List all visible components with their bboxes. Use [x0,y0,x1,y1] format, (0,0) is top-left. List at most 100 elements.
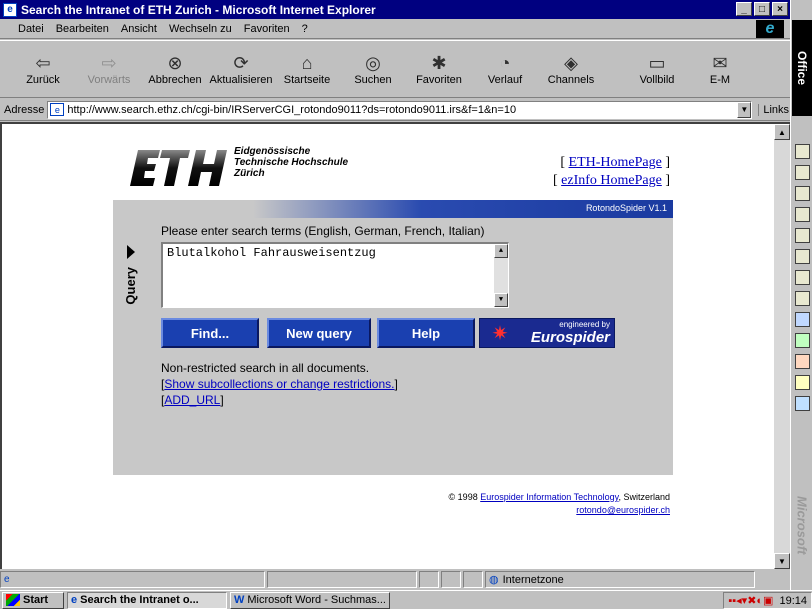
new-query-button[interactable]: New query [267,318,371,348]
scroll-down-icon[interactable]: ▼ [494,293,508,307]
find-button[interactable]: Find... [161,318,259,348]
taskbar: Start e Search the Intranet o... W Micro… [0,590,812,609]
eth-name-line2: Technische Hochschule [234,157,349,168]
ie-throbber-logo: e [756,20,784,38]
menu-datei[interactable]: Datei [18,23,44,35]
history-button[interactable]: ◔ Verlauf [472,44,538,94]
fullscreen-button[interactable]: ▭ Vollbild [624,44,690,94]
shortcut-icon[interactable] [795,186,810,201]
channels-icon: ◈ [564,53,578,73]
back-label: Zurück [26,74,60,86]
forward-label: Vorwärts [87,74,131,86]
address-field[interactable]: e http://www.search.ethz.ch/cgi-bin/IRSe… [47,100,753,119]
query-arrow-icon [127,245,135,259]
ie-task-icon: e [71,594,78,606]
textarea-scrollbar[interactable]: ▲ ▼ [494,244,508,307]
eurospider-banner[interactable]: ✷ engineered by Eurospider [479,318,615,348]
panel-header: RotondoSpider V1.1 [113,200,673,218]
stop-button[interactable]: ⊗ Abbrechen [142,44,208,94]
windows-flag-icon [6,594,20,606]
globe-icon: ◍ [489,574,499,586]
home-icon: ⌂ [301,53,313,73]
page-scroll-down-icon[interactable]: ▼ [774,553,790,569]
query-tab: Query [123,245,143,325]
close-button[interactable]: × [772,2,788,16]
forward-button[interactable]: ⇨ Vorwärts [76,44,142,94]
start-label: Start [23,594,49,606]
system-tray: ▪▪◂▾✖◐▣ 19:14 [723,592,812,609]
start-button[interactable]: Start [2,591,64,609]
stop-icon: ⊗ [167,53,183,73]
page-scroll-up-icon[interactable]: ▲ [774,124,790,140]
refresh-icon: ⟳ [233,53,249,73]
help-button[interactable]: Help [377,318,475,348]
mail-icon: ✉ [712,53,728,73]
contact-email-link[interactable]: rotondo@eurospider.ch [576,505,670,515]
mail-button[interactable]: ✉ E-M [700,44,740,94]
excel-icon[interactable] [795,333,810,348]
favorites-button[interactable]: ✱ Favoriten [406,44,472,94]
scroll-up-icon[interactable]: ▲ [494,244,508,258]
calendar-icon[interactable] [795,207,810,222]
address-dropdown-button[interactable]: ▼ [737,101,752,118]
home-button[interactable]: ⌂ Startseite [274,44,340,94]
task-icon[interactable] [795,228,810,243]
menu-help[interactable]: ? [302,23,308,35]
add-url-link[interactable]: ADD_URL [164,393,220,407]
status-secure-cell [441,571,461,588]
status-progress-cell [267,571,417,588]
search-button[interactable]: ◎ Suchen [340,44,406,94]
query-textarea[interactable]: Blutalkohol Fahrausweisentzug ▲ ▼ [161,242,509,308]
query-text[interactable]: Blutalkohol Fahrausweisentzug [167,246,376,260]
ezinfo-homepage-link[interactable]: ezInfo HomePage [561,173,662,188]
eurospider-company-link[interactable]: Eurospider Information Technology [480,492,618,502]
stop-label: Abbrechen [148,74,202,86]
status-text-cell: e [0,571,265,588]
status-bar: e ◍ Internetzone [0,569,790,590]
internet-explorer-icon[interactable] [795,396,810,411]
fullscreen-icon: ▭ [648,53,666,73]
menu-bearbeiten[interactable]: Bearbeiten [56,23,109,35]
search-prompt: Please enter search terms (English, Germ… [161,224,485,238]
country-text: , Switzerland [618,492,670,502]
minimize-button[interactable]: _ [736,2,752,16]
word-icon[interactable] [795,312,810,327]
access-icon[interactable] [795,375,810,390]
page-scrollbar[interactable]: ▲ ▼ [774,124,790,569]
contact-icon[interactable] [795,249,810,264]
back-arrow-icon: ⇦ [35,53,51,73]
eth-homepage-link[interactable]: ETH-HomePage [569,155,662,170]
new-document-icon[interactable] [795,144,810,159]
journal-icon[interactable] [795,270,810,285]
powerpoint-icon[interactable] [795,354,810,369]
maximize-button[interactable]: □ [754,2,770,16]
open-folder-icon[interactable] [795,165,810,180]
menu-ansicht[interactable]: Ansicht [121,23,157,35]
taskbar-ie-window[interactable]: e Search the Intranet o... [67,591,227,609]
address-url[interactable]: http://www.search.ethz.ch/cgi-bin/IRServ… [67,104,516,116]
taskbar-word-window[interactable]: W Microsoft Word - Suchmas... [230,591,390,609]
history-icon: ◔ [499,53,511,73]
page-icon: e [50,103,65,116]
office-logo: Office [792,20,812,116]
channels-button[interactable]: ◈ Channels [538,44,604,94]
menu-favoriten[interactable]: Favoriten [244,23,290,35]
links-button[interactable]: Links [758,103,789,116]
eth-name-line1: Eidgenössische [234,146,311,157]
forward-arrow-icon: ⇨ [101,53,117,73]
note-icon[interactable] [795,291,810,306]
channels-label: Channels [547,74,595,86]
subcollections-link[interactable]: Show subcollections or change restrictio… [164,377,394,391]
query-tab-label: Query [123,267,138,305]
page-content: Eidgenössische Technische Hochschule Zür… [0,122,790,569]
tray-icons[interactable]: ▪▪◂▾✖◐▣ [728,594,773,607]
menu-wechseln-zu[interactable]: Wechseln zu [169,23,232,35]
address-label: Adresse [4,103,45,116]
word-task-icon: W [234,594,245,606]
copyright-footer: © 1998 Eurospider Information Technology… [449,491,670,517]
history-label: Verlauf [487,74,523,86]
title-bar: e Search the Intranet of ETH Zurich - Mi… [0,0,790,19]
refresh-button[interactable]: ⟳ Aktualisieren [208,44,274,94]
back-button[interactable]: ⇦ Zurück [10,44,76,94]
mail-label: E-M [709,74,731,86]
